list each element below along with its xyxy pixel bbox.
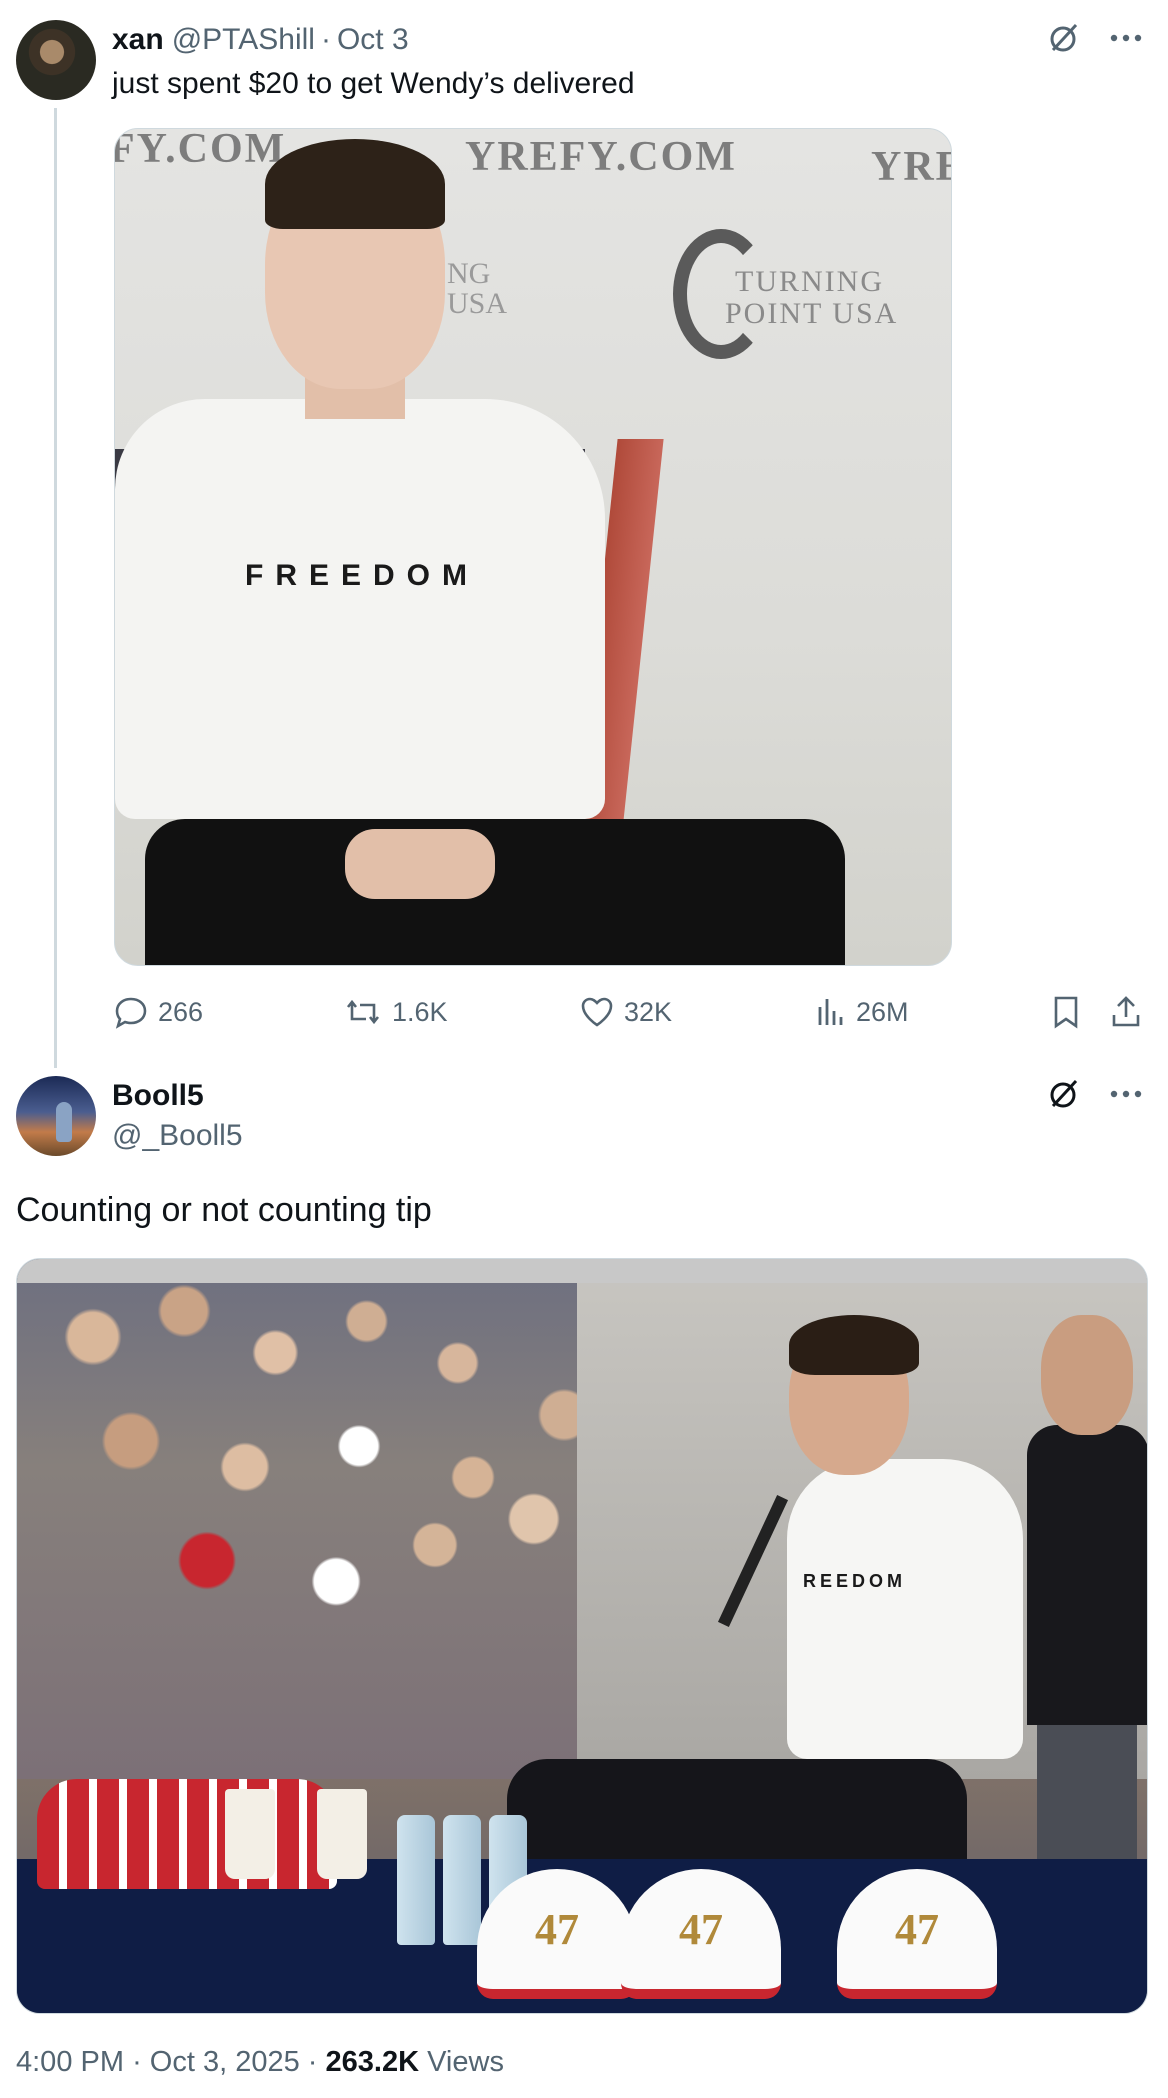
reply-button[interactable]: 266 xyxy=(114,990,203,1034)
avatar[interactable] xyxy=(16,1076,96,1156)
tweet-header: xan @PTAShill · Oct 3 xyxy=(112,20,409,60)
security-guard xyxy=(1027,1315,1147,1935)
tweet-date[interactable]: Oct 3 xyxy=(337,23,409,57)
cap-label: 47 xyxy=(679,1904,723,1954)
grok-icon[interactable] xyxy=(1046,20,1082,56)
thread-connector-line xyxy=(54,108,57,1068)
author-handle[interactable]: @_Booll5 xyxy=(112,1116,243,1156)
repost-count: 1.6K xyxy=(392,996,448,1027)
cap-label: 47 xyxy=(535,1904,579,1954)
like-count: 32K xyxy=(624,996,673,1027)
avatar[interactable] xyxy=(16,20,96,100)
person-pants xyxy=(145,819,845,965)
tweet-image[interactable]: FY.COM YREFY.COM YRE TURNING POINT USA N… xyxy=(114,128,952,966)
author-name[interactable]: xan xyxy=(112,23,164,57)
tpusa-text-line1: TURNING xyxy=(735,265,884,298)
author-name[interactable]: Booll5 xyxy=(112,1076,204,1116)
more-icon[interactable] xyxy=(1108,1076,1144,1112)
water-bottle xyxy=(443,1815,481,1945)
separator: · xyxy=(307,2046,318,2078)
post-time[interactable]: 4:00 PM xyxy=(16,2046,124,2078)
tweet-text: Counting or not counting tip xyxy=(16,1191,432,1229)
speaker-hair xyxy=(789,1315,919,1375)
bookmark-icon xyxy=(1054,996,1078,1029)
banner-text-left: FY.COM xyxy=(114,128,287,172)
shirt-text: REEDOM xyxy=(803,1571,907,1591)
separator: · xyxy=(320,23,331,56)
person-shirt xyxy=(115,399,605,819)
post-date[interactable]: Oct 3, 2025 xyxy=(150,2046,300,2078)
repost-icon xyxy=(346,999,380,1025)
analytics-icon xyxy=(818,999,843,1025)
more-icon[interactable] xyxy=(1108,20,1144,56)
grok-icon[interactable] xyxy=(1046,1076,1082,1112)
water-bottle xyxy=(397,1815,435,1945)
views-count[interactable]: 263.2K xyxy=(326,2046,420,2078)
views-count: 26M xyxy=(856,996,909,1027)
banner-text-mid: YREFY.COM xyxy=(465,134,737,180)
shirt-text: FREEDOM xyxy=(245,559,479,592)
banner-text-right: YRE xyxy=(871,144,951,190)
heart-icon xyxy=(581,997,613,1027)
like-button[interactable]: 32K xyxy=(580,990,672,1034)
person-hair xyxy=(265,139,445,229)
coffee-cup xyxy=(225,1789,275,1879)
tpusa-text-line2: POINT USA xyxy=(725,297,899,330)
author-handle[interactable]: @PTAShill xyxy=(172,23,315,57)
tpusa-partial-line2: USA xyxy=(447,287,508,320)
tweet-text: just spent $20 to get Wendy’s delivered xyxy=(112,67,635,100)
bookmark-button[interactable] xyxy=(1052,990,1080,1034)
speaker-shirt xyxy=(787,1459,1023,1759)
cap-label: 47 xyxy=(895,1904,939,1954)
separator: · xyxy=(132,2046,142,2078)
reply-count: 266 xyxy=(158,996,204,1027)
tweet-image[interactable]: REEDOM 47 47 47 xyxy=(16,1258,1148,2014)
repost-button[interactable]: 1.6K xyxy=(344,990,448,1034)
share-button[interactable] xyxy=(1110,990,1142,1034)
tent-edge xyxy=(17,1259,1147,1283)
red-hats-stack xyxy=(37,1779,337,1889)
tpusa-partial-text: NG USA xyxy=(447,259,507,319)
person-hands xyxy=(345,829,495,899)
tweet-footer-meta: 4:00 PM · Oct 3, 2025 · 263.2K Views xyxy=(16,2040,504,2084)
views-button[interactable]: 26M xyxy=(816,990,909,1034)
views-label: Views xyxy=(427,2046,504,2078)
share-icon xyxy=(1112,996,1140,1027)
coffee-cup xyxy=(317,1789,367,1879)
tweet-top-actions xyxy=(1046,1076,1144,1112)
tpusa-partial-line1: NG xyxy=(447,257,491,290)
tweet-actions-bar: 266 1.6K 32K 26M xyxy=(114,990,1144,1034)
reply-icon xyxy=(115,997,147,1029)
tweet-top-actions xyxy=(1046,20,1144,56)
